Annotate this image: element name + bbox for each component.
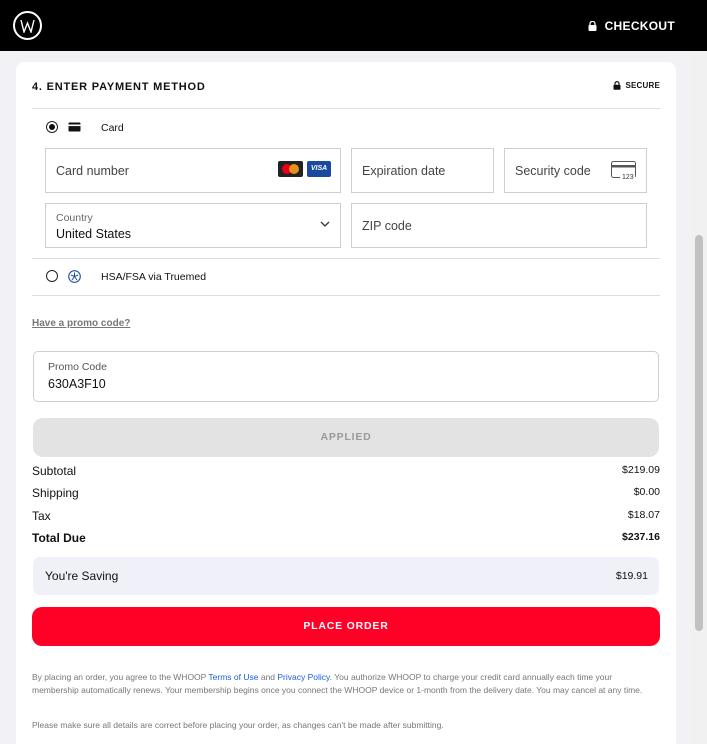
- secure-label: SECURE: [625, 81, 660, 90]
- subtotal-label: Subtotal: [32, 464, 77, 478]
- legal-text: By placing an order, you agree to the WH…: [32, 671, 660, 696]
- country-value: United States: [56, 227, 132, 241]
- terms-of-use-link[interactable]: Terms of Use: [208, 672, 258, 682]
- scrollbar-thumb[interactable]: [695, 235, 703, 631]
- tax-value: $18.07: [627, 509, 660, 521]
- expiration-date-field[interactable]: Expiration date: [351, 148, 494, 193]
- top-bar: CHECKOUT: [0, 0, 707, 51]
- truemed-icon: [68, 270, 81, 283]
- divider: [32, 258, 660, 259]
- country-select[interactable]: Country United States: [45, 203, 341, 248]
- credit-card-icon: [68, 122, 81, 132]
- total-due-label: Total Due: [32, 531, 86, 545]
- section-title: 4. ENTER PAYMENT METHOD: [32, 81, 206, 93]
- savings-banner: You're Saving $19.91: [33, 557, 659, 595]
- hsa-radio[interactable]: [46, 270, 58, 282]
- legal-text-part: and: [258, 672, 278, 682]
- card-number-placeholder: Card number: [56, 164, 129, 178]
- promo-code-label: Promo Code: [48, 361, 107, 373]
- expiration-placeholder: Expiration date: [362, 164, 446, 178]
- country-label: Country: [56, 212, 93, 224]
- place-order-button[interactable]: PLACE ORDER: [32, 607, 660, 646]
- privacy-policy-link[interactable]: Privacy Policy: [277, 672, 329, 682]
- order-notice: Please make sure all details are correct…: [32, 720, 444, 730]
- total-due-value: $237.16: [622, 531, 660, 543]
- hsa-option-label: HSA/FSA via Truemed: [101, 271, 207, 283]
- secure-badge: SECURE: [613, 81, 660, 90]
- shipping-label: Shipping: [32, 486, 79, 500]
- legal-text-part: By placing an order, you agree to the WH…: [32, 672, 209, 682]
- zip-code-field[interactable]: ZIP code: [351, 203, 647, 248]
- security-code-field[interactable]: Security code 123: [504, 148, 647, 193]
- lock-icon: [588, 21, 597, 31]
- svg-text:123: 123: [622, 174, 634, 181]
- checkout-label: CHECKOUT: [604, 19, 675, 33]
- page-scrollbar[interactable]: [691, 51, 707, 744]
- applied-button[interactable]: APPLIED: [33, 418, 659, 457]
- saving-value: $19.91: [615, 570, 648, 582]
- whoop-logo-icon[interactable]: [13, 11, 42, 40]
- checkout-indicator: CHECKOUT: [588, 19, 675, 33]
- tax-label: Tax: [32, 509, 51, 523]
- shipping-value: $0.00: [633, 486, 660, 498]
- cvv-card-icon: 123: [611, 161, 636, 181]
- divider: [32, 108, 660, 109]
- subtotal-value: $219.09: [622, 464, 660, 476]
- saving-label: You're Saving: [45, 569, 119, 583]
- promo-code-value: 630A3F10: [48, 377, 106, 391]
- chevron-down-icon: [320, 221, 330, 227]
- zip-placeholder: ZIP code: [362, 219, 412, 233]
- visa-icon: VISA: [307, 161, 331, 177]
- divider: [32, 295, 660, 296]
- promo-code-input[interactable]: Promo Code 630A3F10: [33, 351, 659, 402]
- security-code-placeholder: Security code: [515, 164, 591, 178]
- card-radio[interactable]: [46, 121, 58, 133]
- lock-icon: [613, 81, 621, 90]
- card-number-field[interactable]: Card number VISA: [45, 148, 341, 193]
- promo-code-link[interactable]: Have a promo code?: [32, 318, 130, 329]
- card-option-label: Card: [101, 122, 124, 134]
- mastercard-icon: [278, 161, 303, 177]
